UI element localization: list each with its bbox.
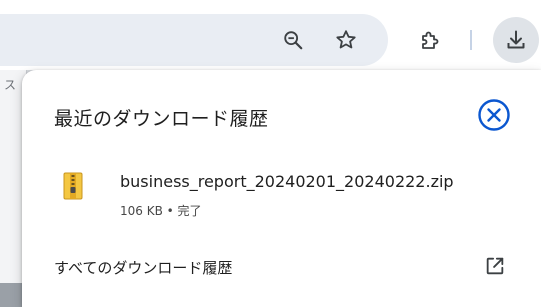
download-file-name[interactable]: business_report_20240201_20240222.zip [120,172,454,191]
download-icon[interactable] [493,17,539,63]
bookmark-star-icon[interactable] [328,22,364,58]
all-downloads-link[interactable]: すべてのダウンロード履歴 [54,257,232,278]
page-text-fragment: ス [4,78,17,92]
browser-toolbar [0,0,541,70]
close-button[interactable] [477,98,511,132]
extensions-icon[interactable] [412,22,448,58]
download-item[interactable]: business_report_20240201_20240222.zip 10… [22,162,541,228]
open-downloads-page-button[interactable] [482,253,508,279]
zip-archive-icon [62,172,84,200]
close-circle-icon [478,99,510,131]
toolbar-divider [470,30,472,50]
download-file-meta: 106 KB • 完了 [120,204,202,218]
zoom-out-icon[interactable] [275,22,311,58]
popup-title: 最近のダウンロード履歴 [54,108,269,130]
open-in-new-icon [486,257,504,275]
downloads-popup: 最近のダウンロード履歴 business_report_20240201_202… [22,70,541,307]
